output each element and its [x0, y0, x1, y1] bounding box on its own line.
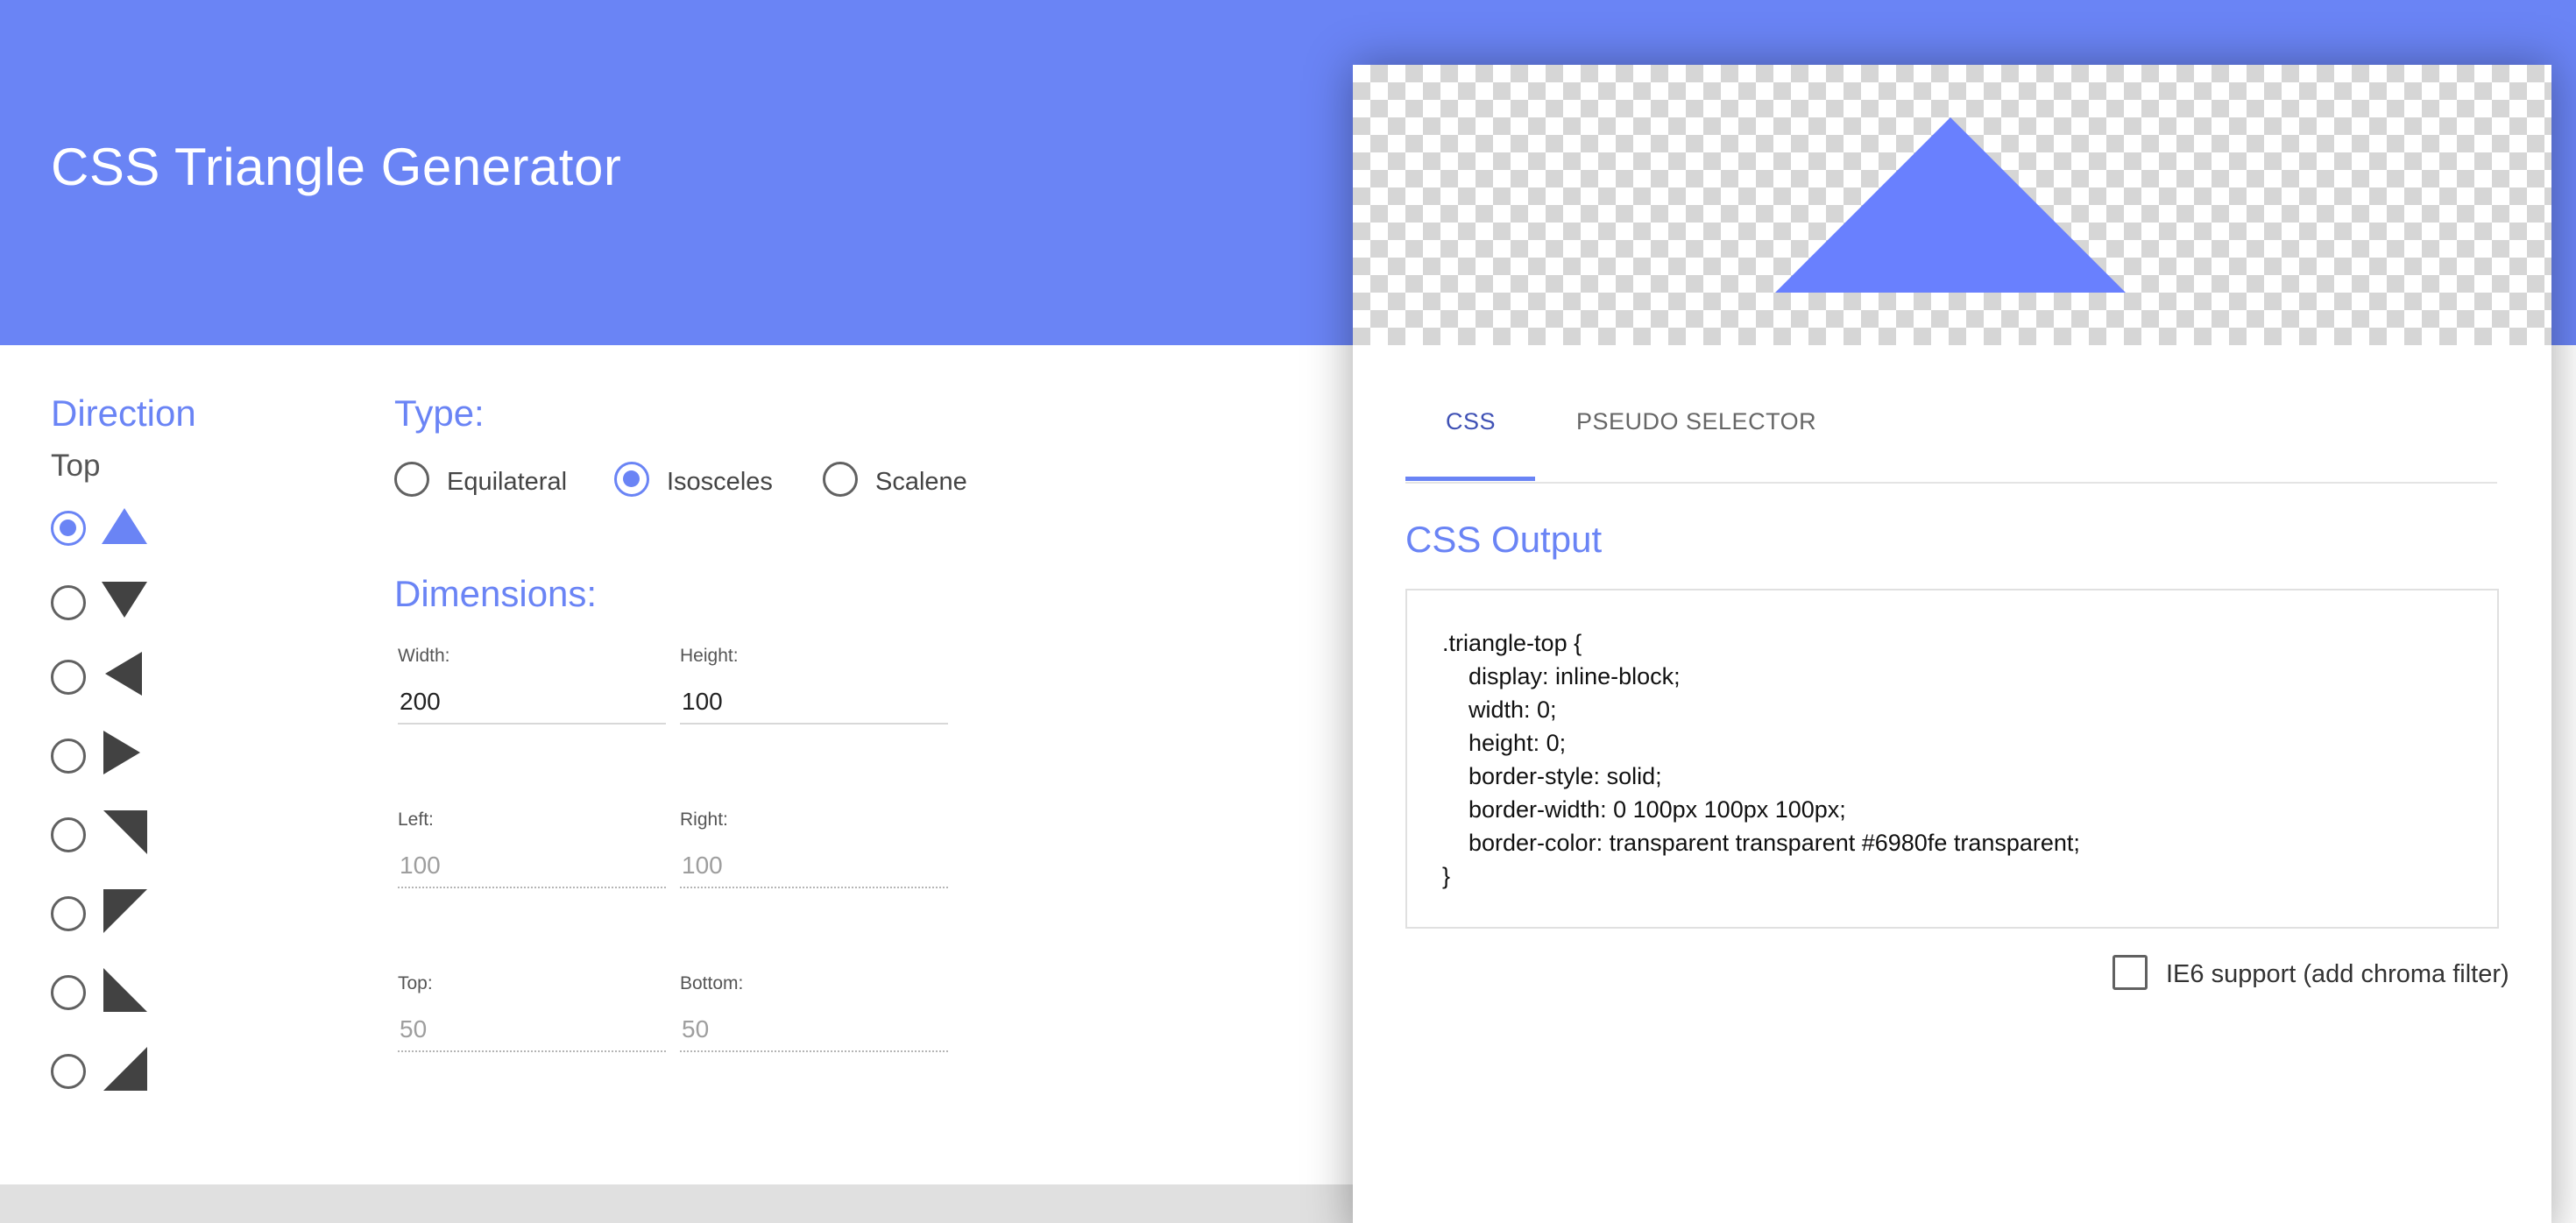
direction-radio-top-right[interactable]: [51, 817, 86, 852]
direction-radio-left[interactable]: [51, 660, 86, 695]
tab-pseudo-selector[interactable]: PSEUDO SELECTOR: [1576, 408, 1816, 435]
direction-radio-bottom-right[interactable]: [51, 1054, 86, 1089]
type-radio-equilateral[interactable]: [394, 462, 429, 497]
code-line: }: [1442, 863, 1451, 889]
height-label: Height:: [680, 646, 739, 666]
direction-selected-value: Top: [51, 449, 101, 483]
triangle-top-left-icon[interactable]: [103, 889, 147, 933]
right-label: Right:: [680, 809, 728, 830]
code-line: border-width: 0 100px 100px 100px;: [1442, 796, 1846, 823]
triangle-right-icon[interactable]: [103, 731, 140, 774]
triangle-bottom-right-icon[interactable]: [103, 1047, 147, 1091]
css-output-heading: CSS Output: [1405, 519, 1603, 560]
direction-heading: Direction: [51, 392, 196, 434]
tab-active-indicator: [1405, 477, 1535, 481]
triangle-up-icon[interactable]: [102, 508, 147, 544]
type-label-equilateral[interactable]: Equilateral: [447, 468, 567, 497]
direction-radio-top-left[interactable]: [51, 896, 86, 931]
left-label: Left:: [398, 809, 434, 830]
triangle-bottom-left-icon[interactable]: [103, 968, 147, 1012]
type-radio-isosceles[interactable]: [614, 462, 649, 497]
left-input: [398, 845, 666, 888]
ie6-support-label[interactable]: IE6 support (add chroma filter): [2166, 960, 2509, 989]
direction-radio-right[interactable]: [51, 739, 86, 774]
height-input[interactable]: [680, 681, 948, 725]
right-input: [680, 845, 948, 888]
top-label: Top:: [398, 973, 433, 993]
triangle-left-icon[interactable]: [105, 652, 142, 696]
tab-css[interactable]: CSS: [1446, 408, 1496, 435]
width-label: Width:: [398, 646, 450, 666]
triangle-down-icon[interactable]: [102, 582, 147, 618]
code-line: width: 0;: [1442, 696, 1557, 723]
type-radio-scalene[interactable]: [823, 462, 858, 497]
width-input[interactable]: [398, 681, 666, 725]
direction-radio-bottom-left[interactable]: [51, 975, 86, 1010]
footer-strip: [0, 1184, 1353, 1223]
triangle-preview: [1353, 65, 2551, 345]
ie6-support-checkbox[interactable]: [2112, 955, 2148, 990]
top-input: [398, 1008, 666, 1052]
code-line: .triangle-top {: [1442, 630, 1582, 656]
code-line: display: inline-block;: [1442, 663, 1681, 689]
app-title: CSS Triangle Generator: [51, 138, 622, 196]
bottom-input: [680, 1008, 948, 1052]
code-line: border-style: solid;: [1442, 763, 1662, 789]
preview-triangle-shape: [1775, 117, 2126, 293]
dimensions-heading: Dimensions:: [394, 573, 598, 614]
direction-radio-top[interactable]: [51, 511, 86, 546]
type-heading: Type:: [394, 392, 485, 434]
code-line: border-color: transparent transparent #6…: [1442, 830, 2080, 856]
code-line: height: 0;: [1442, 730, 1567, 756]
bottom-label: Bottom:: [680, 973, 744, 993]
type-label-isosceles[interactable]: Isosceles: [667, 468, 773, 497]
direction-radio-bottom[interactable]: [51, 585, 86, 620]
tabs-divider: [1405, 482, 2497, 484]
type-label-scalene[interactable]: Scalene: [875, 468, 967, 497]
triangle-top-right-icon[interactable]: [103, 810, 147, 854]
